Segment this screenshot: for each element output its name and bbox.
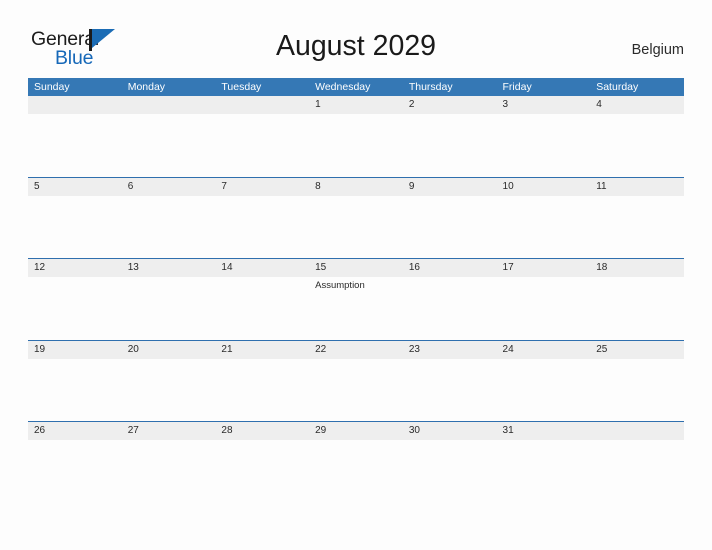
week-date-strip: 26 27 28 29 30 31 — [28, 422, 684, 440]
day-number[interactable]: 8 — [309, 178, 403, 196]
day-number[interactable]: 4 — [590, 96, 684, 114]
week-body-strip — [28, 195, 684, 259]
day-cell[interactable] — [497, 440, 591, 503]
calendar-week-row: 12 13 14 15 16 17 18 Assumption — [28, 258, 684, 340]
calendar-week-row: 1 2 3 4 — [28, 96, 684, 177]
weekday-header-row: Sunday Monday Tuesday Wednesday Thursday… — [28, 78, 684, 96]
calendar-week-row: 5 6 7 8 9 10 11 — [28, 176, 684, 259]
day-number[interactable] — [590, 422, 684, 440]
page-title: August 2029 — [275, 30, 437, 62]
day-cell[interactable] — [309, 440, 403, 503]
calendar-week-row: 19 20 21 22 23 24 25 — [28, 339, 684, 422]
page-header: General Blue August 2029 Belgium — [0, 0, 712, 78]
day-number[interactable]: 18 — [590, 259, 684, 277]
day-cell[interactable] — [215, 440, 309, 503]
day-number[interactable]: 14 — [215, 259, 309, 277]
day-cell[interactable] — [590, 359, 684, 422]
day-cell[interactable] — [497, 114, 591, 177]
day-cell[interactable] — [403, 196, 497, 259]
day-cell[interactable] — [122, 196, 216, 259]
day-cell[interactable] — [215, 359, 309, 422]
day-cell[interactable] — [403, 440, 497, 503]
day-cell[interactable] — [497, 359, 591, 422]
day-number[interactable]: 16 — [403, 259, 497, 277]
day-cell[interactable] — [28, 440, 122, 503]
week-body-strip — [28, 358, 684, 422]
day-cell[interactable] — [122, 440, 216, 503]
day-cell[interactable] — [28, 277, 122, 340]
weekday-header-friday: Friday — [502, 81, 532, 93]
weekday-header-saturday: Saturday — [596, 81, 639, 93]
day-number[interactable]: 30 — [403, 422, 497, 440]
day-number[interactable]: 2 — [403, 96, 497, 114]
day-number[interactable]: 5 — [28, 178, 122, 196]
weekday-header-sunday: Sunday — [34, 81, 70, 93]
day-cell[interactable] — [309, 114, 403, 177]
calendar-page: General Blue August 2029 Belgium Sunday … — [0, 0, 712, 550]
day-number[interactable]: 11 — [590, 178, 684, 196]
day-number[interactable]: 3 — [497, 96, 591, 114]
day-cell[interactable] — [122, 277, 216, 340]
day-cell[interactable] — [497, 277, 591, 340]
day-cell[interactable] — [590, 440, 684, 503]
day-cell[interactable] — [590, 114, 684, 177]
week-body-strip — [28, 440, 684, 503]
day-number[interactable]: 12 — [28, 259, 122, 277]
day-cell[interactable] — [122, 114, 216, 177]
day-cell[interactable] — [403, 114, 497, 177]
day-cell[interactable] — [28, 196, 122, 259]
week-date-strip: 19 20 21 22 23 24 25 — [28, 340, 684, 359]
day-cell[interactable]: Assumption — [309, 277, 403, 340]
day-number[interactable]: 25 — [590, 341, 684, 359]
day-cell[interactable] — [215, 114, 309, 177]
weekday-header-wednesday: Wednesday — [315, 81, 371, 93]
day-number[interactable]: 24 — [497, 341, 591, 359]
day-number[interactable]: 15 — [309, 259, 403, 277]
day-cell[interactable] — [28, 114, 122, 177]
week-date-strip: 1 2 3 4 — [28, 96, 684, 114]
day-number[interactable]: 1 — [309, 96, 403, 114]
day-cell[interactable] — [403, 277, 497, 340]
day-number[interactable]: 20 — [122, 341, 216, 359]
day-number[interactable]: 17 — [497, 259, 591, 277]
week-body-strip: Assumption — [28, 277, 684, 340]
day-number[interactable] — [122, 96, 216, 114]
day-number[interactable]: 22 — [309, 341, 403, 359]
day-number[interactable]: 28 — [215, 422, 309, 440]
day-event-assumption: Assumption — [315, 280, 365, 291]
day-cell[interactable] — [497, 196, 591, 259]
day-number[interactable] — [28, 96, 122, 114]
day-number[interactable]: 10 — [497, 178, 591, 196]
day-number[interactable]: 21 — [215, 341, 309, 359]
week-date-strip: 5 6 7 8 9 10 11 — [28, 177, 684, 196]
day-cell[interactable] — [215, 277, 309, 340]
day-number[interactable]: 31 — [497, 422, 591, 440]
day-number[interactable]: 29 — [309, 422, 403, 440]
weekday-header-monday: Monday — [127, 81, 166, 93]
day-cell[interactable] — [309, 359, 403, 422]
day-cell[interactable] — [403, 359, 497, 422]
day-number[interactable]: 9 — [403, 178, 497, 196]
weekday-header-thursday: Thursday — [408, 81, 453, 93]
day-cell[interactable] — [590, 277, 684, 340]
day-number[interactable]: 26 — [28, 422, 122, 440]
country-label: Belgium — [631, 42, 684, 58]
day-number[interactable]: 23 — [403, 341, 497, 359]
day-cell[interactable] — [590, 196, 684, 259]
day-number[interactable]: 19 — [28, 341, 122, 359]
week-date-strip: 12 13 14 15 16 17 18 — [28, 259, 684, 277]
day-number[interactable]: 6 — [122, 178, 216, 196]
calendar-grid: Sunday Monday Tuesday Wednesday Thursday… — [28, 78, 684, 503]
day-number[interactable]: 27 — [122, 422, 216, 440]
day-number[interactable]: 13 — [122, 259, 216, 277]
day-number[interactable] — [215, 96, 309, 114]
day-number[interactable]: 7 — [215, 178, 309, 196]
day-cell[interactable] — [122, 359, 216, 422]
weekday-header-tuesday: Tuesday — [221, 81, 262, 93]
calendar-week-row: 26 27 28 29 30 31 — [28, 421, 684, 503]
day-cell[interactable] — [215, 196, 309, 259]
day-cell[interactable] — [309, 196, 403, 259]
day-cell[interactable] — [28, 359, 122, 422]
week-body-strip — [28, 114, 684, 177]
